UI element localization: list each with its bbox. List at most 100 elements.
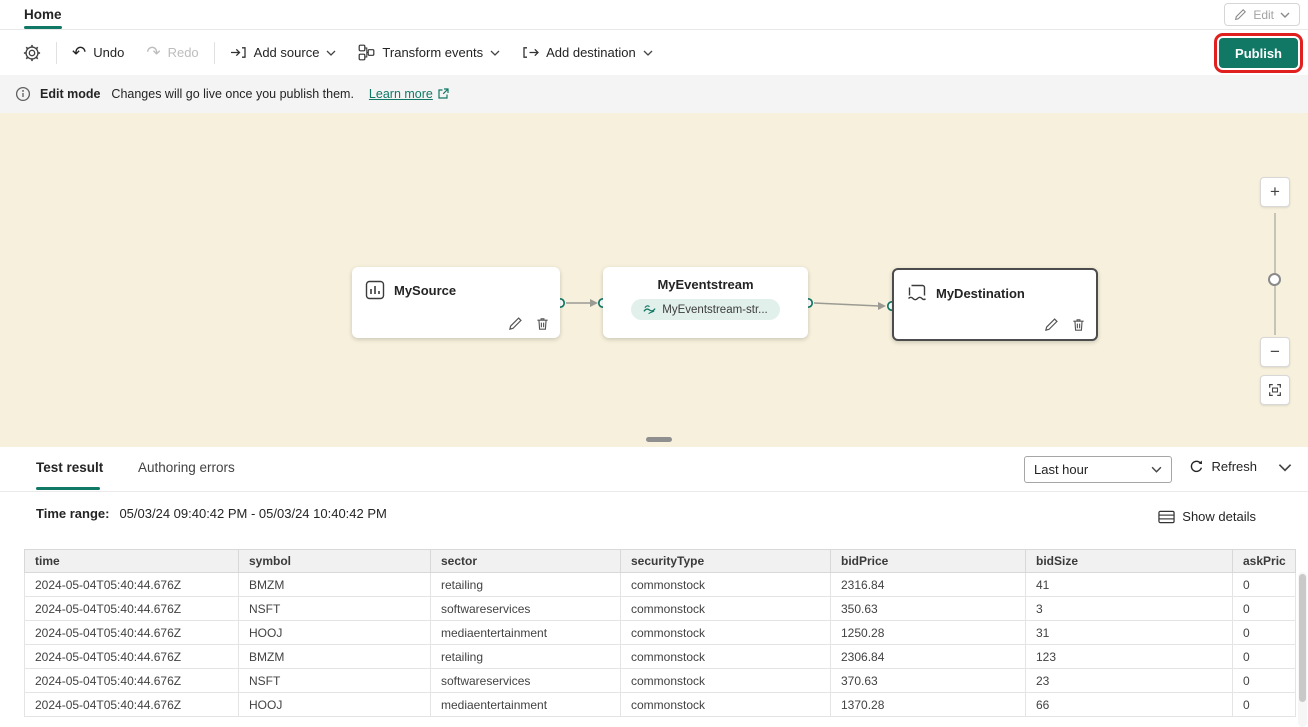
- table-cell: 3: [1025, 596, 1233, 621]
- chevron-down-icon: [326, 50, 336, 56]
- table-scrollbar-thumb[interactable]: [1299, 574, 1306, 702]
- transform-events-button[interactable]: Transform events: [347, 37, 511, 69]
- pencil-icon: [1234, 8, 1247, 21]
- tab-home-active-indicator: [24, 26, 62, 29]
- ribbon-toolbar: ↶ Undo ↷ Redo Add source Transform event…: [0, 30, 1308, 75]
- table-scrollbar[interactable]: [1298, 572, 1307, 727]
- redo-button[interactable]: ↷ Redo: [135, 37, 209, 69]
- banner-message: Changes will go live once you publish th…: [111, 87, 354, 101]
- edit-node-icon[interactable]: [508, 316, 523, 331]
- column-header-securityType: securityType: [620, 549, 831, 573]
- table-row: 2024-05-04T05:40:44.676Z BMZM retailing com…: [24, 644, 1296, 669]
- edit-button-label: Edit: [1253, 7, 1274, 22]
- undo-label: Undo: [93, 45, 125, 60]
- chevron-down-icon: [643, 50, 653, 56]
- table-cell: mediaentertainment: [430, 620, 621, 645]
- table-cell: 2024-05-04T05:40:44.676Z: [24, 620, 239, 645]
- time-range-summary: Time range: 05/03/24 09:40:42 PM - 05/03…: [36, 506, 387, 521]
- table-row: 2024-05-04T05:40:44.676Z HOOJ mediaenterta…: [24, 692, 1296, 717]
- test-result-table: time symbol sector securityType bidPrice bidS…: [24, 549, 1296, 717]
- redo-label: Redo: [167, 45, 199, 60]
- add-destination-icon: [522, 44, 540, 61]
- node-mysource[interactable]: MySource: [352, 267, 560, 338]
- table-cell: 0: [1232, 692, 1296, 717]
- table-cell: commonstock: [620, 620, 831, 645]
- column-header-askPric: askPric: [1232, 549, 1296, 573]
- table-cell: 0: [1232, 572, 1296, 597]
- panel-resize-handle[interactable]: [646, 437, 672, 442]
- table-cell: softwareservices: [430, 668, 621, 693]
- table-cell: NSFT: [238, 668, 431, 693]
- column-header-bidPrice: bidPrice: [830, 549, 1026, 573]
- table-cell: 31: [1025, 620, 1233, 645]
- toolbar-separator: [56, 41, 57, 64]
- table-cell: NSFT: [238, 596, 431, 621]
- add-source-button[interactable]: Add source: [219, 37, 348, 69]
- stream-icon: [643, 303, 656, 316]
- chevron-down-icon: [1280, 12, 1290, 18]
- info-icon: [15, 86, 31, 102]
- node-mydestination[interactable]: MyDestination: [892, 268, 1098, 341]
- eventstream-badge-label: MyEventstream-str...: [662, 303, 768, 316]
- refresh-label: Refresh: [1211, 459, 1257, 474]
- settings-button[interactable]: [12, 37, 52, 69]
- table-cell: commonstock: [620, 692, 831, 717]
- delete-node-icon[interactable]: [1071, 317, 1086, 332]
- table-cell: commonstock: [620, 644, 831, 669]
- result-table-head-row: time symbol sector securityType bidPrice bidS…: [24, 549, 1296, 573]
- table-cell: 0: [1232, 620, 1296, 645]
- table-cell: HOOJ: [238, 692, 431, 717]
- learn-more-label: Learn more: [368, 87, 433, 101]
- undo-icon: ↶: [72, 43, 87, 62]
- edit-mode-button[interactable]: Edit: [1224, 3, 1300, 26]
- show-details-label: Show details: [1182, 509, 1256, 524]
- tab-authoring-errors[interactable]: Authoring errors: [138, 460, 235, 475]
- table-cell: 0: [1232, 644, 1296, 669]
- banner-title: Edit mode: [40, 87, 101, 101]
- table-cell: 2024-05-04T05:40:44.676Z: [24, 692, 239, 717]
- table-cell: commonstock: [620, 572, 831, 597]
- table-cell: 23: [1025, 668, 1233, 693]
- learn-more-link[interactable]: Learn more: [369, 87, 449, 101]
- refresh-button[interactable]: Refresh: [1189, 459, 1257, 474]
- table-cell: retailing: [430, 644, 621, 669]
- fit-to-screen-button[interactable]: [1260, 375, 1290, 405]
- table-cell: 350.63: [830, 596, 1026, 621]
- edit-node-icon[interactable]: [1044, 317, 1059, 332]
- result-table-body: 2024-05-04T05:40:44.676Z BMZM retailing com…: [24, 572, 1296, 717]
- table-cell: commonstock: [620, 668, 831, 693]
- zoom-slider-handle[interactable]: [1268, 273, 1281, 286]
- undo-button[interactable]: ↶ Undo: [61, 37, 135, 69]
- table-cell: 123: [1025, 644, 1233, 669]
- top-bar: Home Edit: [0, 0, 1308, 30]
- add-destination-button[interactable]: Add destination: [511, 37, 664, 69]
- column-header-bidSize: bidSize: [1025, 549, 1233, 573]
- table-cell: HOOJ: [238, 620, 431, 645]
- node-myeventstream[interactable]: MyEventstream MyEventstream-str...: [603, 267, 808, 338]
- table-row: 2024-05-04T05:40:44.676Z NSFT softwareserv…: [24, 668, 1296, 693]
- tab-test-result[interactable]: Test result: [36, 460, 103, 475]
- tab-home[interactable]: Home: [24, 7, 62, 22]
- show-details-button[interactable]: Show details: [1158, 509, 1256, 524]
- bottom-tabs-row: Test result Authoring errors Last hour R…: [0, 447, 1308, 492]
- eventstream-badge[interactable]: MyEventstream-str...: [631, 299, 780, 320]
- time-range-value: 05/03/24 09:40:42 PM - 05/03/24 10:40:42…: [119, 506, 387, 521]
- table-cell: 2024-05-04T05:40:44.676Z: [24, 572, 239, 597]
- zoom-out-button[interactable]: −: [1260, 337, 1290, 367]
- source-chart-icon: [365, 280, 385, 300]
- add-source-label: Add source: [253, 45, 320, 60]
- table-cell: mediaentertainment: [430, 692, 621, 717]
- time-range-select[interactable]: Last hour: [1024, 456, 1172, 483]
- publish-button[interactable]: Publish: [1214, 33, 1303, 73]
- transform-events-label: Transform events: [382, 45, 484, 60]
- zoom-in-button[interactable]: +: [1260, 177, 1290, 207]
- gear-icon: [23, 44, 41, 62]
- eventstream-canvas[interactable]: MySource MyEventstream MyEventstream-str…: [0, 113, 1308, 447]
- table-row: 2024-05-04T05:40:44.676Z NSFT softwareserv…: [24, 596, 1296, 621]
- fit-to-screen-icon: [1267, 382, 1283, 398]
- column-header-sector: sector: [430, 549, 621, 573]
- table-cell: commonstock: [620, 596, 831, 621]
- delete-node-icon[interactable]: [535, 316, 550, 331]
- collapse-panel-chevron-icon[interactable]: [1278, 463, 1292, 472]
- table-row: 2024-05-04T05:40:44.676Z HOOJ mediaenterta…: [24, 620, 1296, 645]
